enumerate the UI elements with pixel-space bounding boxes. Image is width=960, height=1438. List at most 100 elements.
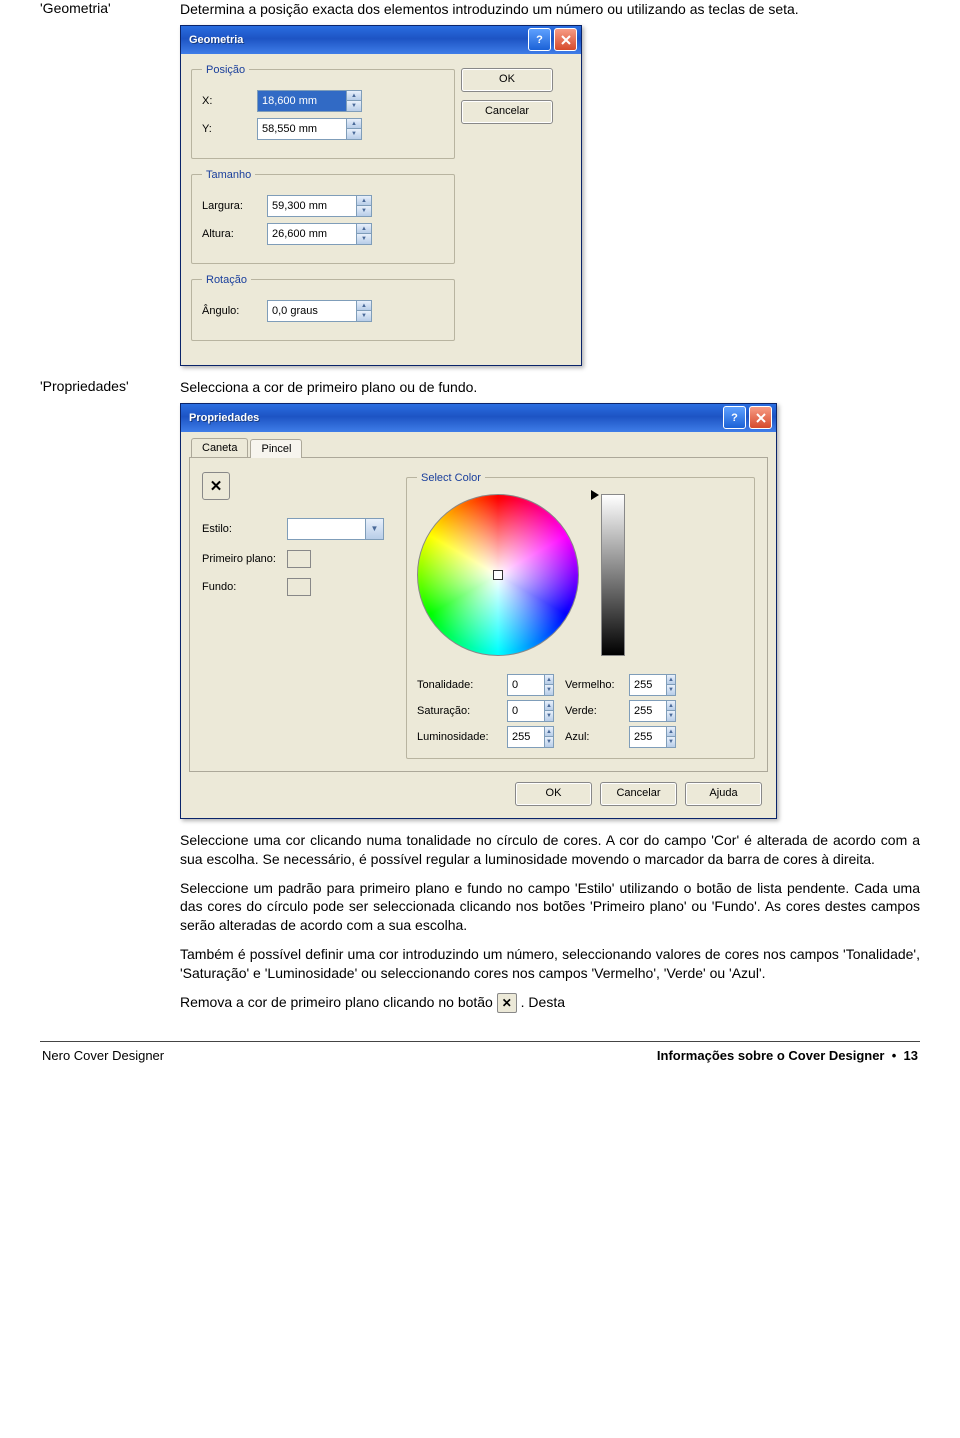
chevron-up-icon[interactable]: ▲: [666, 701, 675, 711]
clear-button[interactable]: ✕: [202, 472, 230, 500]
input-x[interactable]: ▲▼: [257, 90, 362, 112]
help-icon[interactable]: ?: [528, 28, 551, 51]
legend-select-color: Select Color: [417, 472, 485, 484]
combo-estilo[interactable]: ▼: [287, 518, 384, 540]
desc-propriedades: Selecciona a cor de primeiro plano ou de…: [180, 378, 920, 397]
footer-right: Informações sobre o Cover Designer • 13: [657, 1048, 918, 1063]
chevron-up-icon[interactable]: ▲: [544, 675, 553, 685]
chevron-up-icon[interactable]: ▲: [356, 196, 371, 206]
chevron-down-icon[interactable]: ▼: [666, 684, 675, 695]
chevron-down-icon[interactable]: ▼: [346, 128, 361, 139]
propriedades-dialog: Propriedades ? Caneta Pincel ✕: [180, 403, 777, 819]
legend-posicao: Posição: [202, 64, 249, 76]
propriedades-title: Propriedades: [189, 412, 720, 424]
input-luminosidade[interactable]: ▲▼: [507, 726, 554, 748]
chevron-up-icon[interactable]: ▲: [544, 727, 553, 737]
input-altura-field[interactable]: [268, 224, 356, 244]
close-icon[interactable]: [554, 28, 577, 51]
divider: [40, 1041, 920, 1042]
page-footer: Nero Cover Designer Informações sobre o …: [40, 1048, 920, 1063]
term-geometria: 'Geometria': [40, 0, 180, 16]
paragraph-4a: Remova a cor de primeiro plano clicando …: [180, 994, 497, 1010]
chevron-down-icon[interactable]: ▼: [356, 310, 371, 321]
tabs: Caneta Pincel: [189, 438, 768, 458]
input-largura[interactable]: ▲▼: [267, 195, 372, 217]
input-angulo-field[interactable]: [268, 301, 356, 321]
paragraph-4: Remova a cor de primeiro plano clicando …: [180, 993, 920, 1013]
ok-button[interactable]: OK: [515, 782, 592, 806]
input-tonalidade[interactable]: ▲▼: [507, 674, 554, 696]
cancel-button[interactable]: Cancelar: [461, 100, 553, 124]
chevron-down-icon[interactable]: ▼: [666, 710, 675, 721]
chevron-down-icon[interactable]: ▼: [544, 710, 553, 721]
chevron-up-icon[interactable]: ▲: [666, 727, 675, 737]
close-icon[interactable]: [749, 406, 772, 429]
input-altura[interactable]: ▲▼: [267, 223, 372, 245]
label-largura: Largura:: [202, 200, 267, 212]
chevron-up-icon[interactable]: ▲: [346, 91, 361, 101]
paragraph-2: Seleccione um padrão para primeiro plano…: [180, 879, 920, 936]
chevron-up-icon[interactable]: ▲: [356, 301, 371, 311]
input-angulo[interactable]: ▲▼: [267, 300, 372, 322]
chevron-down-icon[interactable]: ▼: [356, 205, 371, 216]
input-y[interactable]: ▲▼: [257, 118, 362, 140]
chevron-up-icon[interactable]: ▲: [356, 224, 371, 234]
luminosity-arrow-icon[interactable]: [591, 490, 599, 500]
label-primeiro: Primeiro plano:: [202, 553, 287, 565]
label-tonalidade: Tonalidade:: [417, 679, 503, 691]
chevron-down-icon[interactable]: ▼: [346, 100, 361, 111]
group-posicao: Posição X: ▲▼ Y: ▲▼: [191, 64, 455, 159]
label-azul: Azul:: [565, 731, 625, 743]
chevron-down-icon[interactable]: ▼: [356, 233, 371, 244]
label-altura: Altura:: [202, 228, 267, 240]
tab-pincel[interactable]: Pincel: [250, 439, 302, 458]
x-icon: ✕: [210, 477, 223, 495]
chevron-down-icon[interactable]: ▼: [666, 736, 675, 747]
input-x-field[interactable]: [258, 91, 346, 111]
desc-geometria: Determina a posição exacta dos elementos…: [180, 0, 920, 19]
legend-rotacao: Rotação: [202, 274, 251, 286]
color-wheel-indicator[interactable]: [493, 570, 503, 580]
label-verde: Verde:: [565, 705, 625, 717]
chevron-up-icon[interactable]: ▲: [666, 675, 675, 685]
label-estilo: Estilo:: [202, 523, 287, 535]
footer-left: Nero Cover Designer: [42, 1048, 164, 1063]
page-number: 13: [904, 1048, 918, 1063]
ok-button[interactable]: OK: [461, 68, 553, 92]
swatch-primeiro[interactable]: [287, 550, 311, 568]
x-icon: ✕: [497, 993, 517, 1013]
chevron-down-icon[interactable]: ▼: [544, 684, 553, 695]
label-x: X:: [202, 95, 257, 107]
help-button[interactable]: Ajuda: [685, 782, 762, 806]
input-largura-field[interactable]: [268, 196, 356, 216]
input-verde[interactable]: ▲▼: [629, 700, 676, 722]
chevron-up-icon[interactable]: ▲: [346, 119, 361, 129]
label-vermelho: Vermelho:: [565, 679, 625, 691]
swatch-fundo[interactable]: [287, 578, 311, 596]
group-select-color: Select Color: [406, 472, 755, 759]
propriedades-titlebar: Propriedades ?: [181, 404, 776, 432]
input-vermelho[interactable]: ▲▼: [629, 674, 676, 696]
paragraph-1: Seleccione uma cor clicando numa tonalid…: [180, 831, 920, 869]
input-saturacao[interactable]: ▲▼: [507, 700, 554, 722]
group-rotacao: Rotação Ângulo: ▲▼: [191, 274, 455, 341]
cancel-button[interactable]: Cancelar: [600, 782, 677, 806]
geometria-title: Geometria: [189, 34, 525, 46]
input-y-field[interactable]: [258, 119, 346, 139]
help-icon[interactable]: ?: [723, 406, 746, 429]
color-wheel[interactable]: [417, 494, 587, 664]
label-saturacao: Saturação:: [417, 705, 503, 717]
input-azul[interactable]: ▲▼: [629, 726, 676, 748]
tab-caneta[interactable]: Caneta: [191, 438, 248, 457]
paragraph-3: Também é possível definir uma cor introd…: [180, 945, 920, 983]
chevron-up-icon[interactable]: ▲: [544, 701, 553, 711]
legend-tamanho: Tamanho: [202, 169, 255, 181]
geometria-dialog: Geometria ? Posição X: ▲▼: [180, 25, 582, 366]
chevron-down-icon[interactable]: ▼: [365, 519, 383, 539]
luminosity-bar[interactable]: [601, 494, 625, 656]
label-luminosidade: Luminosidade:: [417, 731, 503, 743]
label-fundo: Fundo:: [202, 581, 287, 593]
term-propriedades: 'Propriedades': [40, 378, 180, 394]
chevron-down-icon[interactable]: ▼: [544, 736, 553, 747]
group-tamanho: Tamanho Largura: ▲▼ Altura:: [191, 169, 455, 264]
